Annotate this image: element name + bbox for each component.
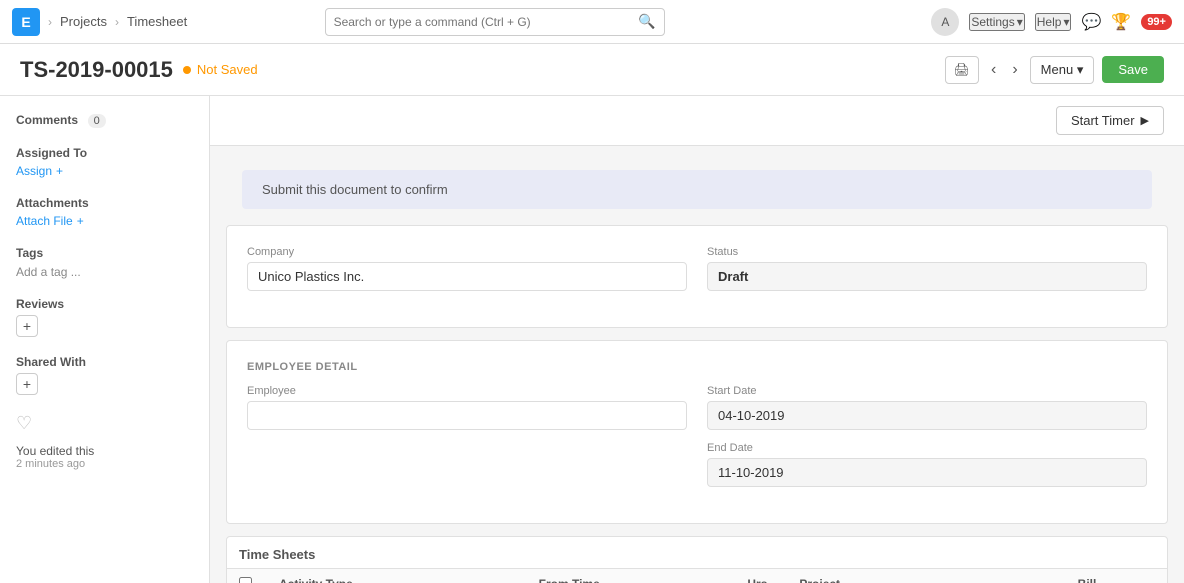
- not-saved-label: Not Saved: [197, 62, 258, 77]
- timer-cursor-icon: ▶: [1141, 114, 1149, 127]
- company-status-row: Company Status: [247, 246, 1147, 291]
- employee-card: EMPLOYEE DETAIL Employee Start Date End …: [226, 340, 1168, 524]
- nav-right-actions: A Settings ▾ Help ▾ 💬 🏆 99+: [931, 8, 1172, 36]
- activity-section: You edited this 2 minutes ago: [16, 444, 193, 470]
- add-shared-button[interactable]: +: [16, 373, 38, 395]
- main-content: Start Timer ▶ Submit this document to co…: [210, 96, 1184, 583]
- form-area: Company Status EMPLOYEE DETAIL Employee: [210, 209, 1184, 583]
- search-icon: 🔍: [638, 13, 655, 30]
- document-id: TS-2019-00015: [20, 57, 173, 83]
- comments-label: Comments: [16, 113, 78, 127]
- nav-projects[interactable]: Projects: [60, 14, 107, 29]
- avatar: A: [931, 8, 959, 36]
- employee-group: Employee: [247, 385, 687, 487]
- tags-section: Tags Add a tag ...: [16, 246, 193, 279]
- end-date-label: End Date: [707, 442, 1147, 454]
- search-input[interactable]: [334, 15, 639, 29]
- print-button[interactable]: 🖨: [945, 56, 980, 84]
- company-status-card: Company Status: [226, 225, 1168, 328]
- employee-label: Employee: [247, 385, 687, 397]
- trophy-icon[interactable]: 🏆: [1111, 12, 1131, 32]
- notification-badge[interactable]: 99+: [1141, 14, 1172, 30]
- chevron-down-icon-help: ▾: [1063, 15, 1069, 29]
- menu-button[interactable]: Menu ▾: [1030, 56, 1095, 84]
- next-button[interactable]: ›: [1008, 57, 1021, 83]
- add-review-button[interactable]: +: [16, 315, 38, 337]
- employee-row: Employee Start Date End Date: [247, 385, 1147, 487]
- th-action: [1127, 577, 1167, 583]
- app-icon: E: [12, 8, 40, 36]
- timer-bar: Start Timer ▶: [210, 96, 1184, 146]
- nav-sep-2: ›: [115, 15, 119, 29]
- timesheets-table-card: Time Sheets Activity Type From Time Hrs …: [226, 536, 1168, 583]
- assigned-to-label: Assigned To: [16, 146, 193, 160]
- th-hrs: Hrs: [727, 577, 787, 583]
- assign-link[interactable]: Assign +: [16, 164, 193, 178]
- employee-input[interactable]: [247, 401, 687, 430]
- end-date-input: [707, 458, 1147, 487]
- heart-icon[interactable]: ♡: [16, 413, 193, 434]
- th-checkbox: [227, 577, 267, 583]
- status-label: Status: [707, 246, 1147, 258]
- start-date-label: Start Date: [707, 385, 1147, 397]
- header-actions: 🖨 ‹ › Menu ▾ Save: [945, 56, 1165, 84]
- assigned-to-section: Assigned To Assign +: [16, 146, 193, 178]
- settings-button[interactable]: Settings ▾: [969, 13, 1024, 31]
- attach-plus-icon: +: [77, 214, 84, 228]
- comments-section: Comments 0: [16, 112, 193, 128]
- employee-section-header: EMPLOYEE DETAIL: [247, 361, 1147, 373]
- start-timer-button[interactable]: Start Timer ▶: [1056, 106, 1164, 135]
- company-label: Company: [247, 246, 687, 258]
- th-from: From Time: [527, 577, 728, 583]
- not-saved-dot: [183, 66, 191, 74]
- start-date-input: [707, 401, 1147, 430]
- th-bill: Bill: [1047, 577, 1127, 583]
- save-button[interactable]: Save: [1102, 56, 1164, 83]
- start-date-group: Start Date: [707, 385, 1147, 430]
- submit-banner: Submit this document to confirm: [242, 170, 1152, 209]
- page-header: TS-2019-00015 Not Saved 🖨 ‹ › Menu ▾ Sav…: [0, 44, 1184, 96]
- tags-label: Tags: [16, 246, 193, 260]
- help-button[interactable]: Help ▾: [1035, 13, 1072, 31]
- dates-group: Start Date End Date: [707, 385, 1147, 487]
- attachments-label: Attachments: [16, 196, 193, 210]
- status-input: [707, 262, 1147, 291]
- add-tag-link[interactable]: Add a tag ...: [16, 265, 81, 279]
- shared-with-section: Shared With +: [16, 355, 193, 395]
- table-header-row: Activity Type From Time Hrs Project Bill: [227, 569, 1167, 583]
- shared-with-label: Shared With: [16, 355, 193, 369]
- th-activity: Activity Type: [267, 577, 527, 583]
- end-date-group: End Date: [707, 442, 1147, 487]
- attachments-section: Attachments Attach File +: [16, 196, 193, 228]
- reviews-label: Reviews: [16, 297, 193, 311]
- reviews-section: Reviews +: [16, 297, 193, 337]
- select-all-checkbox[interactable]: [239, 577, 252, 583]
- comments-count: 0: [88, 114, 106, 128]
- company-input[interactable]: [247, 262, 687, 291]
- attach-file-link[interactable]: Attach File +: [16, 214, 193, 228]
- plus-icon: +: [56, 164, 63, 178]
- prev-button[interactable]: ‹: [987, 57, 1000, 83]
- chat-icon[interactable]: 💬: [1081, 12, 1101, 32]
- th-project: Project: [787, 577, 1047, 583]
- nav-timesheet[interactable]: Timesheet: [127, 14, 187, 29]
- activity-text: You edited this: [16, 444, 193, 458]
- main-layout: Comments 0 Assigned To Assign + Attachme…: [0, 96, 1184, 583]
- activity-time: 2 minutes ago: [16, 458, 193, 470]
- sidebar: Comments 0 Assigned To Assign + Attachme…: [0, 96, 210, 583]
- chevron-down-icon: ▾: [1017, 15, 1023, 29]
- menu-chevron-icon: ▾: [1077, 62, 1084, 77]
- top-navigation: E › Projects › Timesheet 🔍 A Settings ▾ …: [0, 0, 1184, 44]
- search-bar[interactable]: 🔍: [325, 8, 665, 36]
- status-group: Status: [707, 246, 1147, 291]
- company-group: Company: [247, 246, 687, 291]
- nav-sep-1: ›: [48, 15, 52, 29]
- timesheets-title: Time Sheets: [227, 537, 1167, 569]
